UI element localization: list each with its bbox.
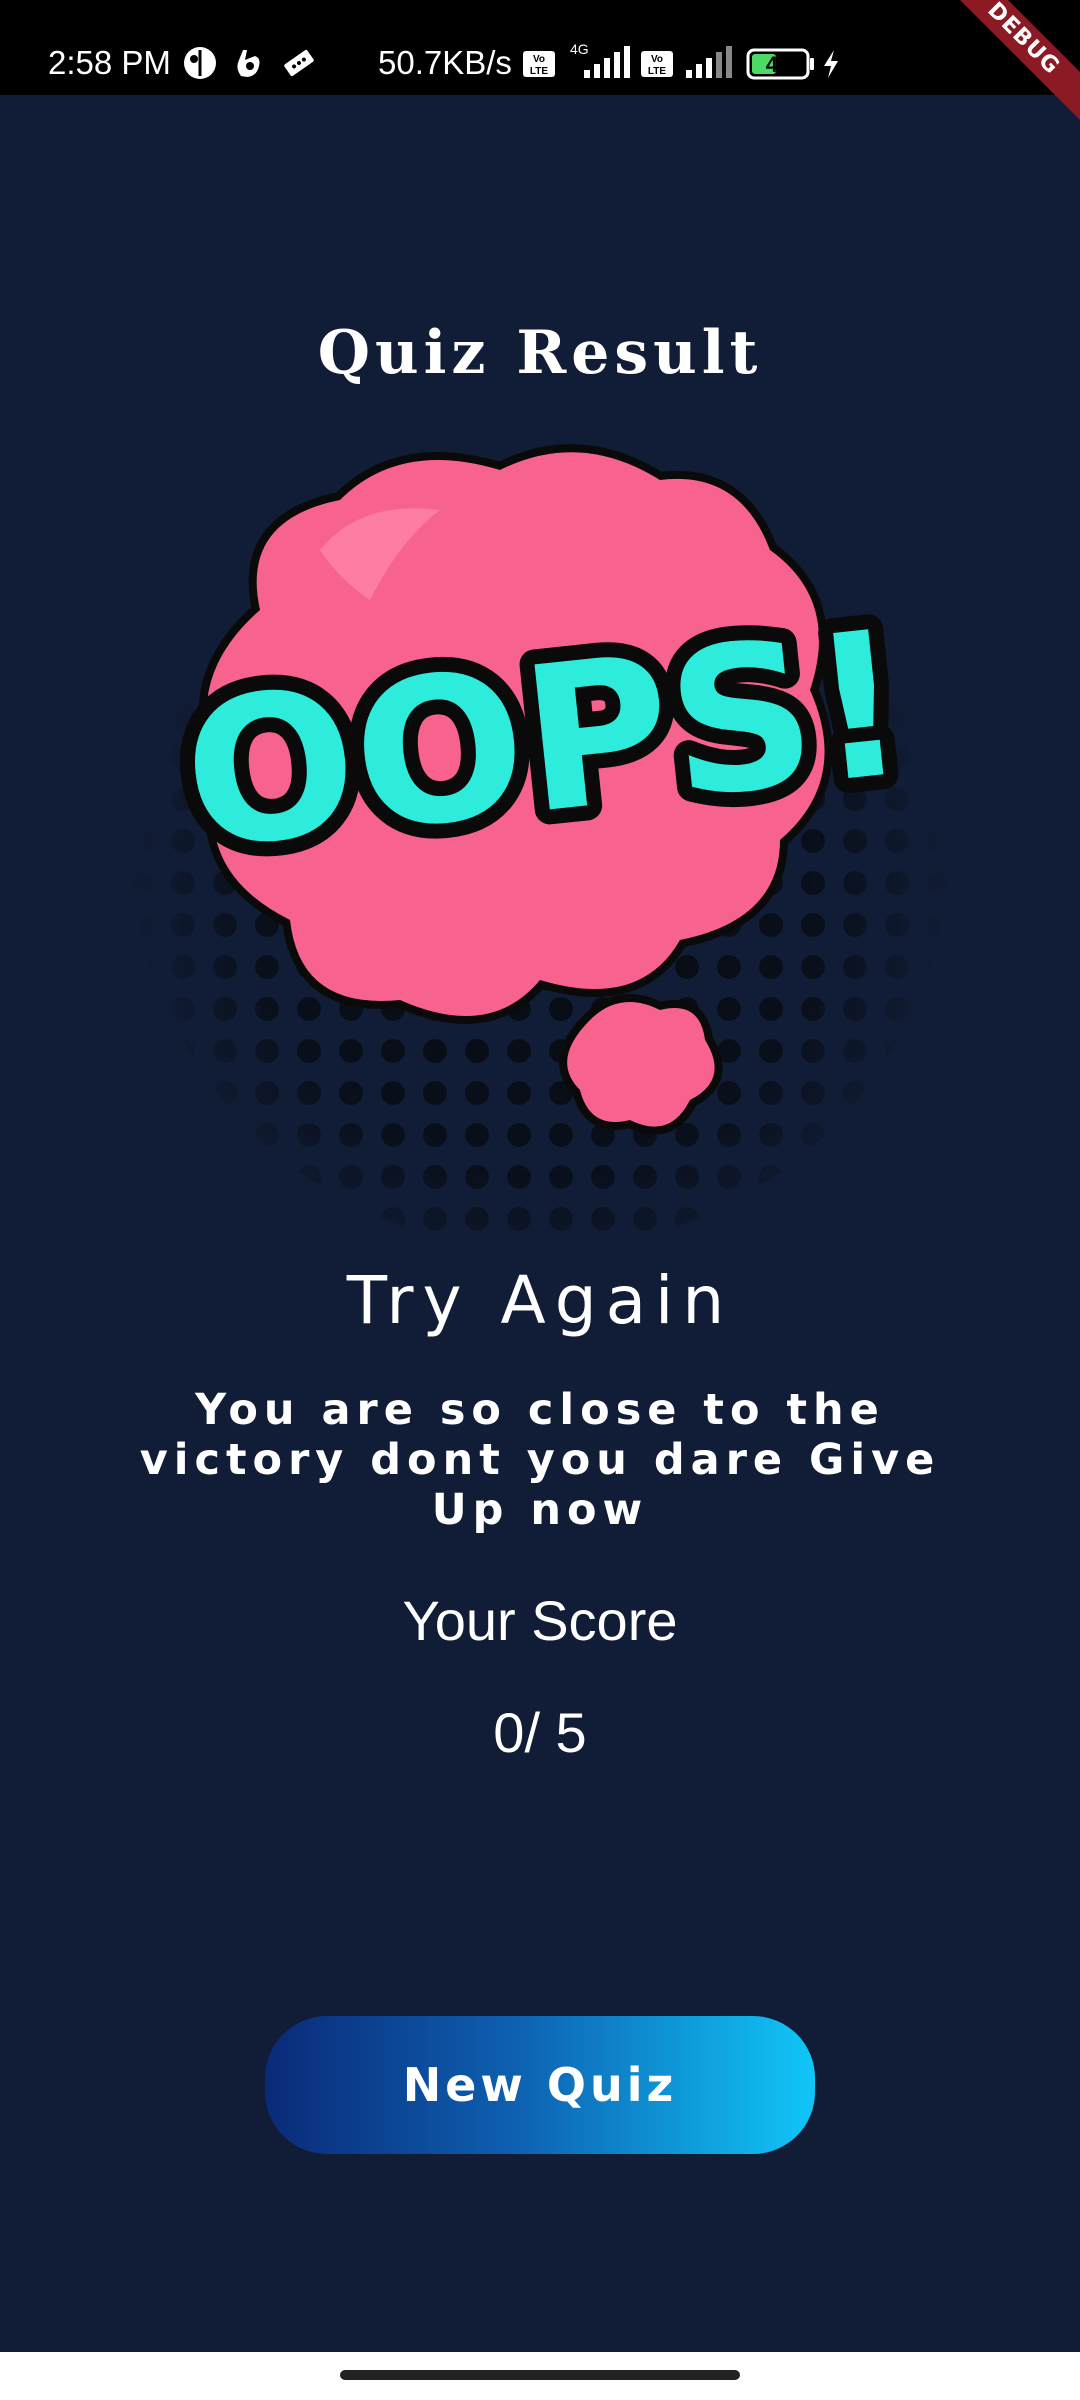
charging-icon [820,48,842,85]
result-heading: Try Again [346,1262,734,1339]
result-message: You are so close to the victory dont you… [139,1385,941,1535]
face-icon [183,46,217,85]
screen: 2:58 PM 50.7KB/s Vo LTE 4G Vo LTE 44 DEB… [0,0,1080,2400]
battery-icon: 44 [746,48,816,85]
svg-text:4G: 4G [570,41,589,57]
oops-speech-bubble-icon: OOPS! OOPS! [120,400,960,1240]
navigation-bar [0,2352,1080,2400]
score-label: Your Score [402,1589,678,1652]
status-time: 2:58 PM [48,44,171,81]
svg-text:Vo: Vo [533,54,545,65]
home-indicator[interactable] [340,2370,740,2380]
signal-4g-icon: 4G [568,40,630,87]
svg-text:Vo: Vo [651,54,663,65]
svg-text:LTE: LTE [530,66,548,77]
network-speed: 50.7KB/s [378,44,512,81]
status-bar: 2:58 PM 50.7KB/s Vo LTE 4G Vo LTE 44 [0,0,1080,95]
oops-illustration: OOPS! OOPS! [120,400,960,1240]
volte-icon: Vo LTE [522,50,556,83]
volte-icon-2: Vo LTE [640,50,674,83]
page-title: Quiz Result [317,318,763,388]
svg-text:LTE: LTE [648,66,666,77]
ticket-icon [282,48,316,83]
battery-level: 44 [765,52,791,77]
new-quiz-button[interactable]: New Quiz [265,2016,815,2154]
hand-icon [233,46,265,85]
signal-icon [684,46,732,85]
score-value: 0/ 5 [493,1701,587,1764]
